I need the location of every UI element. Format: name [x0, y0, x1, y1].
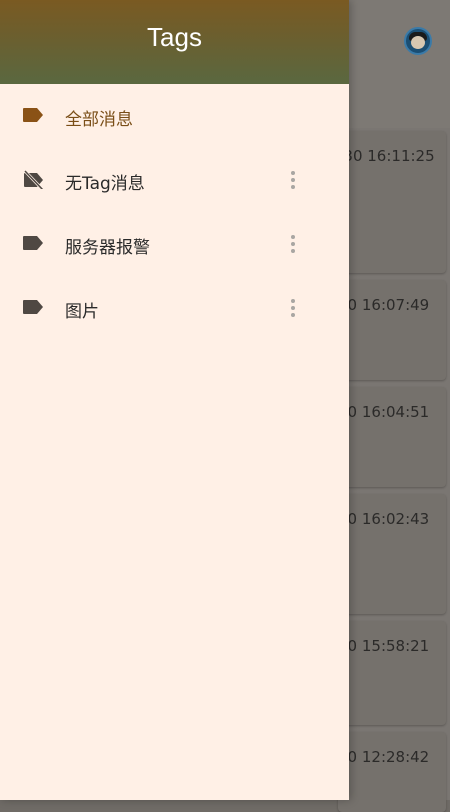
message-card[interactable]: 30 12:28:42 — [338, 732, 446, 812]
drawer-item-label: 服务器报警 — [65, 238, 150, 258]
more-vert-icon[interactable] — [282, 231, 304, 257]
tag-icon — [23, 236, 43, 250]
more-vert-icon[interactable] — [282, 167, 304, 193]
avatar-face — [411, 36, 425, 49]
drawer-item-untagged[interactable]: 无Tag消息 — [0, 148, 349, 212]
drawer-item-label: 图片 — [65, 302, 99, 322]
drawer-item-server-alert[interactable]: 服务器报警 — [0, 212, 349, 276]
tag-off-icon — [23, 169, 44, 189]
more-vert-icon[interactable] — [282, 295, 304, 321]
avatar[interactable] — [404, 27, 432, 55]
drawer-item-label: 无Tag消息 — [65, 174, 145, 194]
drawer-header: Tags — [0, 0, 349, 84]
message-timestamp: 30 12:28:42 — [338, 748, 430, 766]
message-card[interactable]: -30 16:11:25 — [338, 131, 446, 273]
message-timestamp: 30 16:04:51 — [338, 403, 430, 421]
message-card[interactable]: 30 16:02:43 — [338, 494, 446, 614]
message-card[interactable]: 30 16:07:49 — [338, 280, 446, 380]
tag-icon — [23, 300, 43, 314]
drawer-item-all-messages[interactable]: 全部消息 — [0, 84, 349, 148]
message-timestamp: 30 16:02:43 — [338, 510, 430, 528]
drawer-item-label: 全部消息 — [65, 110, 133, 130]
drawer-item-images[interactable]: 图片 — [0, 276, 349, 340]
message-timestamp: -30 16:11:25 — [338, 147, 435, 165]
navigation-drawer: Tags 全部消息 无Tag消息 服务器报警 图片 — [0, 0, 349, 800]
message-card[interactable]: 30 15:58:21 — [338, 621, 446, 725]
drawer-title: Tags — [147, 21, 202, 52]
message-timestamp: 30 16:07:49 — [338, 296, 430, 314]
message-card[interactable]: 30 16:04:51 — [338, 387, 446, 487]
message-timestamp: 30 15:58:21 — [338, 637, 430, 655]
tag-icon — [23, 108, 43, 122]
